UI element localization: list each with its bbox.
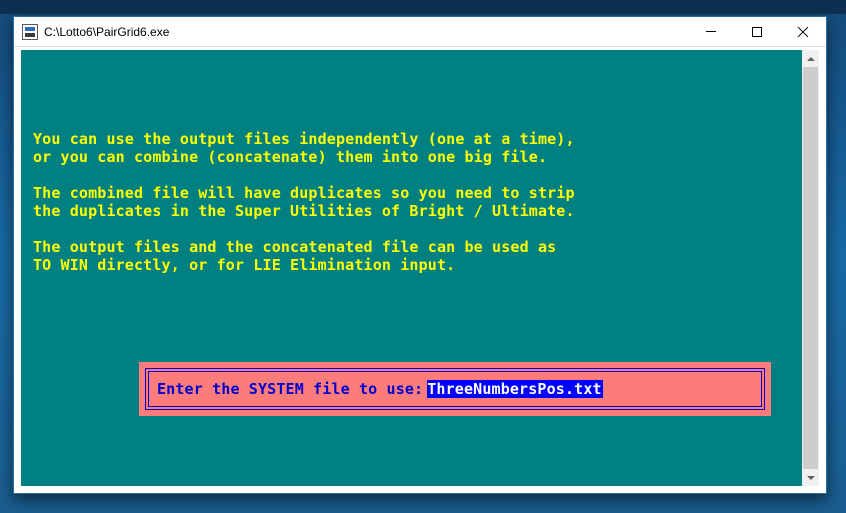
prompt-input[interactable]: ThreeNumbersPos.txt	[427, 380, 602, 398]
client-area: You can use the output files independent…	[14, 47, 826, 493]
titlebar[interactable]: C:\Lotto6\PairGrid6.exe	[14, 17, 826, 47]
title-wrap: C:\Lotto6\PairGrid6.exe	[14, 17, 688, 46]
window-title: C:\Lotto6\PairGrid6.exe	[44, 25, 169, 39]
prompt-box: Enter the SYSTEM file to use: ThreeNumbe…	[139, 362, 771, 416]
close-button[interactable]	[780, 17, 826, 46]
window-controls	[688, 17, 826, 46]
close-icon	[797, 26, 809, 38]
vertical-scrollbar[interactable]	[802, 50, 819, 486]
minimize-icon	[706, 31, 716, 32]
prompt-label: Enter the SYSTEM file to use:	[157, 380, 423, 398]
scroll-down-button[interactable]	[802, 469, 819, 486]
maximize-icon	[752, 27, 762, 37]
app-icon	[22, 24, 38, 40]
minimize-button[interactable]	[688, 17, 734, 46]
console-output: You can use the output files independent…	[33, 130, 794, 274]
scroll-up-button[interactable]	[802, 50, 819, 67]
maximize-button[interactable]	[734, 17, 780, 46]
scroll-thumb[interactable]	[803, 67, 818, 469]
chevron-down-icon	[807, 476, 815, 480]
console: You can use the output files independent…	[21, 50, 819, 486]
chevron-up-icon	[807, 57, 815, 61]
scroll-track[interactable]	[802, 67, 819, 469]
app-window: C:\Lotto6\PairGrid6.exe You can use the …	[13, 16, 827, 494]
